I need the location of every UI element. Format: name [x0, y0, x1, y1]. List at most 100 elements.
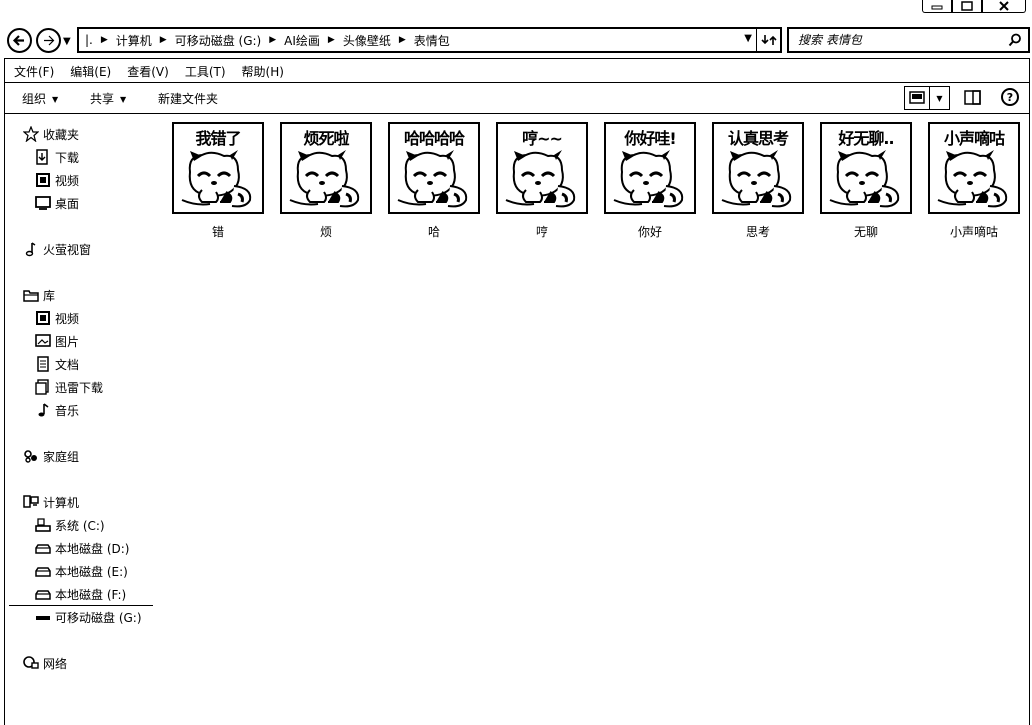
nav-item-label: 图片: [55, 334, 80, 349]
breadcrumb-computer[interactable]: 计算机: [116, 32, 152, 49]
film-icon: [35, 310, 51, 326]
menu-file[interactable]: 文件(F): [6, 61, 62, 81]
file-name-label[interactable]: 哈: [384, 223, 484, 240]
nav-item-desktop[interactable]: 桌面: [35, 194, 79, 212]
search-icon[interactable]: [1008, 33, 1022, 47]
nav-fire-video-label: 火萤视窗: [43, 242, 92, 257]
menu-edit[interactable]: 编辑(E): [62, 61, 119, 81]
nav-item-drive-e[interactable]: 本地磁盘 (E:): [35, 562, 128, 580]
new-folder-button[interactable]: 新建文件夹: [158, 90, 218, 107]
nav-item-drive-f[interactable]: 本地磁盘 (F:): [35, 585, 126, 603]
red-panda-sticker-art: [289, 150, 360, 208]
share-button[interactable]: 共享 ▼: [90, 90, 126, 107]
computer-icon: [23, 494, 39, 510]
help-button[interactable]: ?: [1001, 88, 1019, 106]
file-name-label[interactable]: 无聊: [816, 223, 916, 240]
nav-item-label: 视频: [55, 311, 80, 326]
menu-view[interactable]: 查看(V): [119, 61, 177, 81]
chevron-right-icon: ▶: [159, 35, 167, 45]
address-root: |.: [85, 33, 93, 47]
nav-item-documents[interactable]: 文档: [35, 355, 79, 373]
star-icon: [23, 126, 39, 142]
share-label: 共享: [90, 92, 115, 106]
nav-item-lib-videos[interactable]: 视频: [35, 309, 79, 327]
file-thumbnail[interactable]: 烦死啦: [280, 122, 372, 214]
folder-icon: [35, 379, 51, 395]
file-item[interactable]: 我错了 错: [168, 122, 264, 240]
file-item[interactable]: 烦死啦 烦: [276, 122, 372, 240]
file-thumbnail[interactable]: 你好哇!: [604, 122, 696, 214]
nav-item-drive-d[interactable]: 本地磁盘 (D:): [35, 539, 129, 557]
file-thumbnail[interactable]: 小声嘀咕: [928, 122, 1020, 214]
file-item[interactable]: 哼~~ 哼: [492, 122, 588, 240]
nav-computer-label: 计算机: [43, 495, 80, 510]
nav-network[interactable]: 网络: [23, 654, 67, 672]
file-item[interactable]: 哈哈哈哈 哈: [384, 122, 480, 240]
nav-item-drive-c[interactable]: 系统 (C:): [35, 516, 105, 534]
file-name-label[interactable]: 哼: [492, 223, 592, 240]
file-list: 我错了 错 烦死啦 烦 哈哈哈哈 哈 哼~~ 哼 你好哇! 你好 认真思考 思考…: [168, 116, 1030, 725]
history-dropdown-icon[interactable]: ▼: [63, 36, 71, 47]
nav-fire-video[interactable]: 火萤视窗: [23, 240, 91, 258]
nav-item-videos[interactable]: 视频: [35, 171, 79, 189]
hard-drive-icon: [35, 540, 51, 556]
desktop-icon: [35, 195, 51, 211]
nav-homegroup[interactable]: 家庭组: [23, 447, 79, 465]
file-thumbnail[interactable]: 哈哈哈哈: [388, 122, 480, 214]
hard-drive-icon: [35, 586, 51, 602]
search-box[interactable]: [787, 27, 1030, 53]
minimize-button[interactable]: [922, 0, 952, 13]
view-dropdown-icon[interactable]: ▼: [929, 87, 949, 109]
chevron-right-icon: ▶: [398, 35, 406, 45]
maximize-icon: [961, 1, 973, 11]
close-button[interactable]: [982, 0, 1026, 13]
red-panda-sticker-art: [829, 150, 900, 208]
nav-item-drive-g[interactable]: 可移动磁盘 (G:): [35, 608, 142, 626]
file-thumbnail[interactable]: 哼~~: [496, 122, 588, 214]
nav-item-downloads[interactable]: 下载: [35, 148, 79, 166]
nav-item-pictures[interactable]: 图片: [35, 332, 79, 350]
organize-button[interactable]: 组织 ▼: [22, 90, 58, 107]
forward-button[interactable]: [36, 28, 61, 53]
file-item[interactable]: 认真思考 思考: [708, 122, 804, 240]
nav-item-label: 系统 (C:): [55, 518, 105, 533]
breadcrumb-ai-painting[interactable]: AI绘画: [284, 32, 320, 49]
back-button[interactable]: [7, 28, 32, 53]
file-name-label[interactable]: 烦: [276, 223, 376, 240]
refresh-button[interactable]: [756, 29, 780, 51]
preview-pane-button[interactable]: [964, 90, 982, 109]
view-icon[interactable]: [905, 87, 929, 109]
file-item[interactable]: 你好哇! 你好: [600, 122, 696, 240]
file-thumbnail[interactable]: 我错了: [172, 122, 264, 214]
nav-favorites[interactable]: 收藏夹: [23, 125, 79, 143]
search-input[interactable]: [798, 33, 998, 47]
organize-label: 组织: [22, 92, 47, 106]
breadcrumb-avatar-wallpaper[interactable]: 头像壁纸: [343, 32, 391, 49]
nav-item-label: 下载: [55, 150, 80, 165]
file-name-label[interactable]: 你好: [600, 223, 700, 240]
file-name-label[interactable]: 小声嘀咕: [924, 223, 1024, 240]
nav-item-thunder-downloads[interactable]: 迅雷下载: [35, 378, 103, 396]
nav-libraries[interactable]: 库: [23, 286, 55, 304]
file-item[interactable]: 小声嘀咕 小声嘀咕: [924, 122, 1020, 240]
chevron-right-icon: ▶: [100, 35, 108, 45]
file-thumbnail[interactable]: 认真思考: [712, 122, 804, 214]
nav-computer[interactable]: 计算机: [23, 493, 79, 511]
window-controls: [922, 0, 1026, 14]
menu-tools[interactable]: 工具(T): [177, 61, 234, 81]
breadcrumb-stickers[interactable]: 表情包: [414, 32, 450, 49]
file-name-label[interactable]: 思考: [708, 223, 808, 240]
address-dropdown-icon[interactable]: ▼: [744, 33, 752, 44]
maximize-button[interactable]: [952, 0, 982, 13]
file-item[interactable]: 好无聊.. 无聊: [816, 122, 912, 240]
chevron-right-icon: ▶: [269, 35, 277, 45]
file-name-label[interactable]: 错: [168, 223, 268, 240]
file-thumbnail[interactable]: 好无聊..: [820, 122, 912, 214]
hard-drive-icon: [35, 563, 51, 579]
address-bar[interactable]: |. ▶ 计算机 ▶ 可移动磁盘 (G:) ▶ AI绘画 ▶ 头像壁纸 ▶ 表情…: [77, 27, 782, 53]
menu-help[interactable]: 帮助(H): [234, 61, 292, 81]
breadcrumb-removable-disk[interactable]: 可移动磁盘 (G:): [175, 32, 262, 49]
change-view-button[interactable]: ▼: [904, 86, 950, 110]
network-icon: [23, 655, 39, 671]
nav-item-music[interactable]: 音乐: [35, 401, 79, 419]
